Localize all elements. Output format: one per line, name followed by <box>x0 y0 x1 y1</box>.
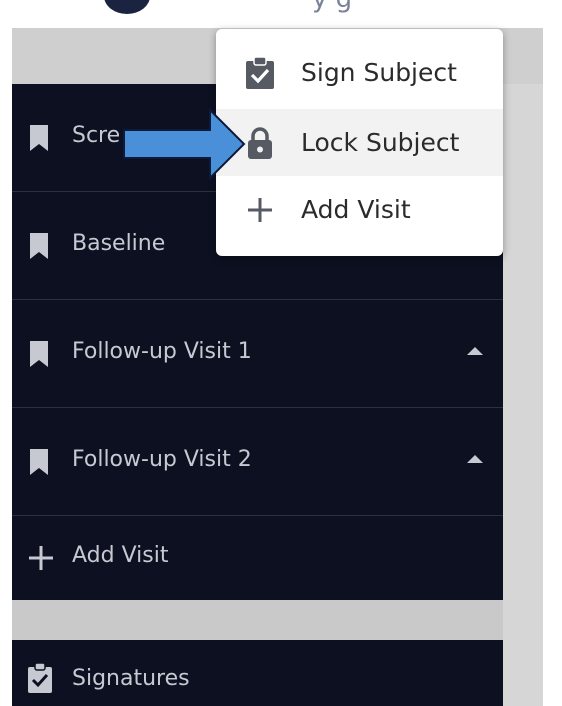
visit-label: Follow-up Visit 1 <box>72 339 252 364</box>
chevron-up-icon[interactable] <box>467 347 483 355</box>
signatures-item[interactable]: Signatures <box>12 640 503 706</box>
add-visit-button[interactable]: Add Visit <box>12 517 503 600</box>
menu-item-add-visit[interactable]: Add Visit <box>216 176 503 243</box>
lock-icon <box>248 127 272 159</box>
avatar[interactable] <box>104 0 150 14</box>
bookmark-icon <box>30 125 48 151</box>
bookmark-icon <box>30 341 48 367</box>
visit-label: Baseline <box>72 231 166 256</box>
visit-label: Follow-up Visit 2 <box>72 447 252 472</box>
visit-label: Scre <box>72 123 121 148</box>
header-title: y g <box>312 0 352 14</box>
menu-item-label: Sign Subject <box>301 58 457 87</box>
menu-item-sign-subject[interactable]: Sign Subject <box>216 39 503 106</box>
menu-item-label: Lock Subject <box>301 128 460 157</box>
bookmark-icon <box>30 233 48 259</box>
page: y g Scre Baseline Follow-up Visit 1 <box>0 0 562 706</box>
section-divider <box>12 600 503 640</box>
visit-item-follow-up-1[interactable]: Follow-up Visit 1 <box>12 300 503 408</box>
app-header: y g <box>12 0 543 28</box>
signatures-label: Signatures <box>72 666 190 691</box>
plus-icon <box>248 198 272 222</box>
menu-item-lock-subject[interactable]: Lock Subject <box>216 109 503 176</box>
add-visit-label: Add Visit <box>72 543 169 568</box>
bookmark-icon <box>30 449 48 475</box>
subject-actions-menu: Sign Subject Lock Subject Add Visit <box>216 29 503 256</box>
clipboard-check-icon <box>246 56 274 89</box>
chevron-up-icon[interactable] <box>467 455 483 463</box>
annotation-arrow-icon <box>123 108 246 180</box>
menu-item-label: Add Visit <box>301 195 411 224</box>
plus-icon <box>29 546 53 570</box>
clipboard-check-icon <box>28 662 52 693</box>
visit-item-follow-up-2[interactable]: Follow-up Visit 2 <box>12 408 503 516</box>
